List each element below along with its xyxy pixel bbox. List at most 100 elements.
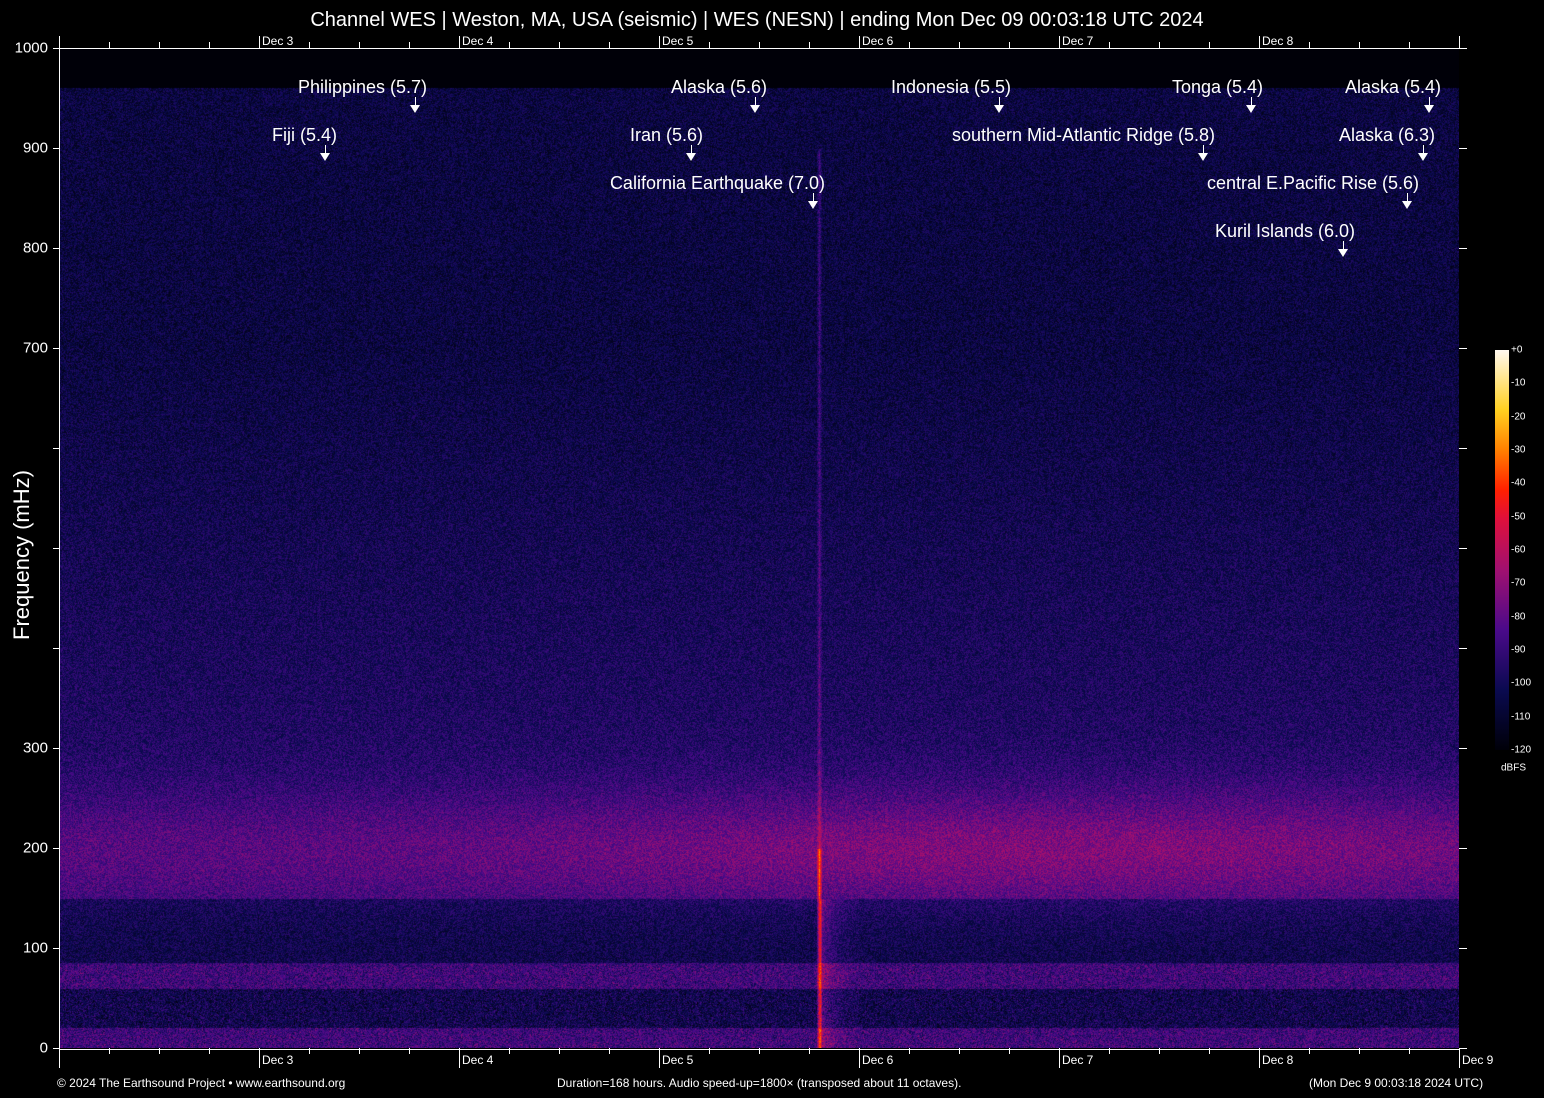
colorbar-tick-label: -20	[1511, 411, 1525, 422]
x-tick-top	[1159, 42, 1160, 48]
event-label: Alaska (5.6)	[671, 77, 767, 98]
x-tick-top	[409, 42, 410, 48]
x-tick	[1459, 1048, 1460, 1068]
x-tick-label: Dec 9	[1462, 1053, 1493, 1067]
y-tick-label: 300	[23, 740, 48, 757]
x-tick	[109, 1048, 110, 1054]
event-arrow-head	[1424, 105, 1434, 113]
x-tick-top	[809, 42, 810, 48]
x-tick-top	[1209, 42, 1210, 48]
x-tick	[759, 1048, 760, 1054]
x-tick	[1259, 1048, 1260, 1068]
y-tick	[53, 748, 59, 749]
colorbar-tick-label: -50	[1511, 511, 1525, 522]
x-tick	[1009, 1048, 1010, 1054]
x-tick-top	[1259, 36, 1260, 48]
y-tick	[53, 848, 59, 849]
colorbar-tick-label: -60	[1511, 545, 1525, 556]
event-arrow-head	[1198, 153, 1208, 161]
x-tick	[459, 1048, 460, 1068]
x-tick	[909, 1048, 910, 1054]
x-tick-top	[459, 36, 460, 48]
x-tick	[209, 1048, 210, 1054]
x-tick	[559, 1048, 560, 1054]
x-tick	[159, 1048, 160, 1054]
x-tick-top	[1309, 42, 1310, 48]
x-tick-label: Dec 6	[862, 1053, 893, 1067]
x-tick	[1159, 1048, 1160, 1054]
event-arrow-head	[320, 153, 330, 161]
event-arrow-head	[1402, 201, 1412, 209]
x-tick	[1359, 1048, 1360, 1054]
x-tick	[1409, 1048, 1410, 1054]
x-tick	[959, 1048, 960, 1054]
x-tick-top	[209, 42, 210, 48]
x-tick-top	[759, 42, 760, 48]
x-tick-label-top: Dec 3	[262, 34, 293, 48]
x-tick-label: Dec 4	[462, 1053, 493, 1067]
x-tick-top	[909, 42, 910, 48]
x-tick-top	[109, 42, 110, 48]
y-tick-right	[1459, 348, 1467, 349]
y-tick	[53, 448, 59, 449]
x-tick-top	[1109, 42, 1110, 48]
x-tick-top	[59, 36, 60, 48]
y-tick-right	[1459, 848, 1467, 849]
x-tick-label-top: Dec 4	[462, 34, 493, 48]
colorbar-tick-label: -30	[1511, 445, 1525, 456]
x-tick-top	[709, 42, 710, 48]
x-tick-top	[959, 42, 960, 48]
colorbar-tick-label: -40	[1511, 478, 1525, 489]
x-tick-top	[259, 36, 260, 48]
event-label: Indonesia (5.5)	[891, 77, 1011, 98]
y-tick-right	[1459, 448, 1467, 449]
y-tick-right	[1459, 548, 1467, 549]
event-arrow-head	[686, 153, 696, 161]
x-tick	[509, 1048, 510, 1054]
event-arrow-head	[1246, 105, 1256, 113]
x-tick-top	[1059, 36, 1060, 48]
y-tick	[53, 148, 59, 149]
y-tick-right	[1459, 48, 1467, 49]
footer-copyright: © 2024 The Earthsound Project • www.eart…	[57, 1076, 345, 1090]
y-tick-label: 0	[40, 1040, 48, 1057]
x-tick	[709, 1048, 710, 1054]
x-tick	[359, 1048, 360, 1054]
colorbar-tick-label: -110	[1511, 711, 1530, 722]
y-tick-right	[1459, 1048, 1467, 1049]
x-tick	[1309, 1048, 1310, 1054]
y-tick	[53, 248, 59, 249]
x-tick	[59, 1048, 60, 1068]
x-tick	[409, 1048, 410, 1054]
colorbar	[1495, 350, 1509, 750]
event-arrow-head	[750, 105, 760, 113]
y-tick	[53, 948, 59, 949]
x-tick	[1059, 1048, 1060, 1068]
event-arrow-head	[410, 105, 420, 113]
colorbar-tick-label: -10	[1511, 378, 1525, 389]
x-tick	[1109, 1048, 1110, 1054]
y-tick-right	[1459, 948, 1467, 949]
chart-title: Channel WES | Weston, MA, USA (seismic) …	[0, 9, 1514, 32]
x-tick-label: Dec 3	[262, 1053, 293, 1067]
x-tick-label-top: Dec 7	[1062, 34, 1093, 48]
x-tick	[859, 1048, 860, 1068]
colorbar-tick-label: -120	[1511, 745, 1531, 756]
y-tick	[53, 548, 59, 549]
event-arrow-head	[1338, 249, 1348, 257]
x-tick	[609, 1048, 610, 1054]
y-tick-right	[1459, 748, 1467, 749]
x-tick-top	[559, 42, 560, 48]
x-tick	[259, 1048, 260, 1068]
x-tick-top	[359, 42, 360, 48]
y-tick-right	[1459, 148, 1467, 149]
event-label: Philippines (5.7)	[298, 77, 427, 98]
event-label: southern Mid-Atlantic Ridge (5.8)	[952, 125, 1215, 146]
x-tick-top	[509, 42, 510, 48]
x-tick-top	[609, 42, 610, 48]
x-tick-top	[1359, 42, 1360, 48]
colorbar-tick-label: +0	[1511, 345, 1522, 356]
y-tick-label: 900	[23, 140, 48, 157]
y-tick-label: 100	[23, 940, 48, 957]
colorbar-tick-label: -80	[1511, 611, 1525, 622]
